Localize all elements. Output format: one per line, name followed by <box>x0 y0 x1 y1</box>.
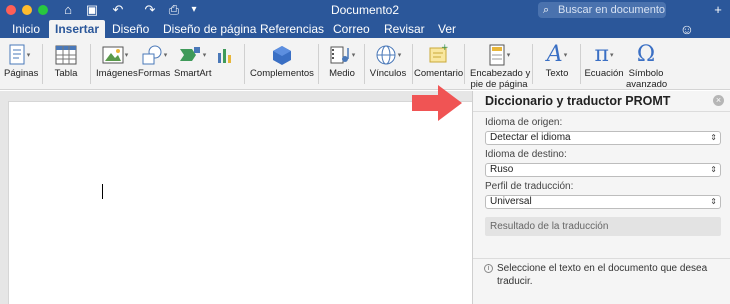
panel-divider <box>473 111 730 112</box>
translation-profile-select[interactable]: Universal ⇕ <box>485 195 721 209</box>
search-placeholder: Buscar en documento <box>558 4 666 16</box>
tabla-button[interactable]: Tabla <box>52 42 80 79</box>
document-area <box>0 91 472 304</box>
tab-referencias[interactable]: Referencias <box>254 20 330 38</box>
image-icon: ▾ <box>96 42 134 68</box>
source-language-select[interactable]: Detectar el idioma ⇕ <box>485 131 721 145</box>
target-language-label: Idioma de destino: <box>485 149 567 160</box>
table-icon <box>52 42 80 68</box>
link-icon: ▾ <box>368 42 408 68</box>
shapes-icon: ▾ <box>138 42 170 68</box>
translator-panel: Diccionario y traductor PROMT × Idioma d… <box>472 91 730 304</box>
complementos-button[interactable]: Complementos <box>250 42 314 79</box>
smiley-icon[interactable]: ☺ <box>680 20 694 38</box>
close-icon[interactable]: × <box>713 95 724 106</box>
document-page[interactable] <box>8 101 472 304</box>
tab-correo[interactable]: Correo <box>327 20 376 38</box>
addins-icon <box>250 42 314 68</box>
info-text: Seleccione el texto en el documento que … <box>497 263 708 287</box>
info-icon: i <box>484 264 493 273</box>
imagenes-button[interactable]: ▾ Imágenes <box>96 42 138 79</box>
tab-diseno[interactable]: Diseño <box>106 20 155 38</box>
comment-icon: + <box>414 42 462 68</box>
svg-text:+: + <box>441 44 449 53</box>
omega-icon: Ω <box>636 42 656 67</box>
medio-button[interactable]: ▾ Medio <box>324 42 360 79</box>
panel-title: Diccionario y traductor PROMT <box>485 94 671 108</box>
tab-diseno-de-pagina[interactable]: Diseño de página <box>157 20 262 38</box>
annotation-arrow-icon <box>412 85 462 121</box>
formas-button[interactable]: ▾ Formas <box>138 42 170 79</box>
ribbon-tabs: Inicio Insertar Diseño Diseño de página … <box>0 20 730 38</box>
vinculos-button[interactable]: ▾ Vínculos <box>368 42 408 79</box>
tab-ver[interactable]: Ver <box>432 20 462 38</box>
translation-profile-value: Universal <box>490 196 532 207</box>
target-language-value: Ruso <box>490 164 514 175</box>
simbolo-avanzado-button[interactable]: Ω Símbolo avanzado <box>626 42 667 91</box>
media-icon: ▾ <box>324 42 360 68</box>
search-input[interactable]: ⌕ Buscar en documento <box>538 2 666 18</box>
chevron-updown-icon: ⇕ <box>710 133 717 142</box>
tab-insertar[interactable]: Insertar <box>49 20 106 38</box>
source-language-value: Detectar el idioma <box>490 132 571 143</box>
texto-button[interactable]: A ▾ Texto <box>540 42 574 80</box>
comentario-button[interactable]: + Comentario <box>414 42 463 79</box>
title-bar: ⌂ ▣ ↶ ↷ ⎙ ▾ Documento2 ⌕ Buscar en docum… <box>0 0 730 20</box>
text-cursor <box>102 184 103 199</box>
ecuacion-button[interactable]: π ▾ Ecuación <box>584 42 624 80</box>
text-icon: A ▾ <box>546 42 568 67</box>
pages-icon: ▾ <box>4 42 34 68</box>
search-icon: ⌕ <box>543 4 550 16</box>
chart-icon <box>214 42 236 68</box>
translation-result[interactable]: Resultado de la traducción <box>485 217 721 236</box>
source-language-label: Idioma de origen: <box>485 117 563 128</box>
equation-icon: π ▾ <box>594 42 614 67</box>
ribbon: ▾ Páginas Tabla ▾ Imágenes ▾ Formas ▾ Sm… <box>0 38 730 90</box>
smartart-button[interactable]: ▾ SmartArt <box>174 42 211 79</box>
chevron-updown-icon: ⇕ <box>710 165 717 174</box>
header-footer-icon: ▾ <box>470 42 528 68</box>
info-divider <box>473 258 730 259</box>
smartart-icon: ▾ <box>174 42 210 68</box>
tab-revisar[interactable]: Revisar <box>378 20 431 38</box>
target-language-select[interactable]: Ruso ⇕ <box>485 163 721 177</box>
tab-inicio[interactable]: Inicio <box>6 20 46 38</box>
translation-profile-label: Perfil de traducción: <box>485 181 574 192</box>
paginas-button[interactable]: ▾ Páginas <box>4 42 38 79</box>
chart-button[interactable] <box>214 42 236 68</box>
chevron-updown-icon: ⇕ <box>710 197 717 206</box>
add-user-icon[interactable]: + <box>710 2 726 18</box>
encabezado-button[interactable]: ▾ Encabezado y pie de página <box>470 42 530 90</box>
